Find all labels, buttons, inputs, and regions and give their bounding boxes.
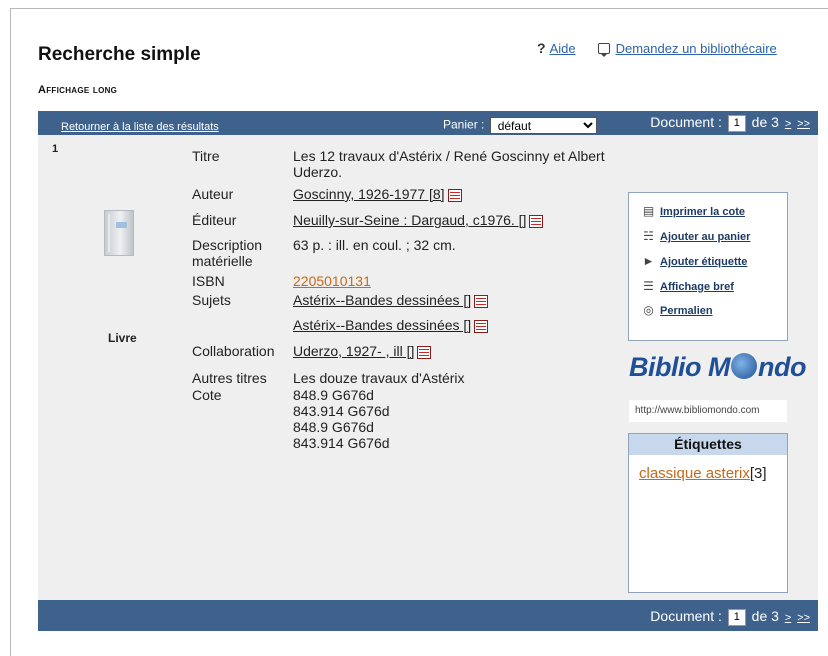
brief-display-link[interactable]: Affichage bref	[660, 281, 734, 293]
document-number-input[interactable]	[727, 608, 746, 626]
tag-link[interactable]: classique asterix	[639, 465, 750, 482]
label-isbn: ISBN	[192, 273, 225, 289]
document-total: de 3	[751, 114, 779, 130]
label-author: Auteur	[192, 186, 234, 202]
bottom-toolbar: Document : de 3 > >>	[38, 600, 818, 631]
print-call-number-link[interactable]: Imprimer la cote	[660, 206, 745, 218]
help-link[interactable]: Aide	[550, 41, 576, 56]
action-brief: ☰ Affichage bref	[641, 279, 734, 293]
subject-link[interactable]: Astérix--Bandes dessinées []	[293, 317, 471, 333]
document-label: Document :	[650, 608, 722, 624]
basket-select[interactable]: défaut	[489, 117, 597, 134]
ask-librarian-link[interactable]: Demandez un bibliothécaire	[616, 41, 777, 56]
tags-box: Étiquettes classique asterix[3]	[628, 433, 788, 593]
record-number: 1	[52, 143, 59, 155]
basket-icon: ☵	[643, 229, 654, 243]
top-links: ? Aide Demandez un bibliothécaire	[537, 40, 777, 57]
tag-icon: ►	[642, 254, 655, 268]
add-to-basket-link[interactable]: Ajouter au panier	[660, 231, 750, 243]
call-number: 843.914 G676d	[293, 403, 390, 419]
document-total: de 3	[751, 608, 779, 624]
label-call-number: Cote	[192, 387, 222, 403]
actions-box: ▤ Imprimer la cote ☵ Ajouter au panier ► Aj…	[628, 192, 788, 341]
document-number-input[interactable]	[727, 114, 746, 132]
value-isbn: 2205010131	[293, 273, 613, 289]
globe-icon	[731, 353, 758, 379]
subtitle-text: Affichage long	[38, 84, 118, 96]
value-subject: Astérix--Bandes dessinées []	[293, 317, 613, 333]
page-subtitle: Affichage long	[38, 84, 117, 96]
value-author: Goscinny, 1926-1977 [8]	[293, 186, 613, 202]
logo-text-m: M	[708, 352, 731, 382]
next-document-link[interactable]: >	[785, 612, 791, 624]
tags-heading: Étiquettes	[629, 434, 787, 455]
help-icon: ?	[537, 40, 546, 56]
chat-bubble-icon	[597, 43, 610, 57]
value-other-titles: Les douze travaux d'Astérix	[293, 370, 465, 386]
isbn-link[interactable]: 2205010131	[293, 273, 371, 289]
call-number: 848.9 G676d	[293, 419, 374, 435]
subject-link[interactable]: Astérix--Bandes dessinées []	[293, 292, 471, 308]
last-document-link[interactable]: >>	[797, 118, 810, 130]
logo-text-left: Biblio	[629, 352, 702, 382]
action-basket: ☵ Ajouter au panier	[641, 229, 750, 243]
value-collaboration: Uderzo, 1927- , ill []	[293, 343, 613, 359]
printer-icon: ▤	[642, 204, 655, 218]
next-document-link[interactable]: >	[785, 118, 791, 130]
bibliomondo-url: http://www.bibliomondo.com	[629, 400, 787, 422]
record-type: Livre	[108, 331, 137, 345]
page-title: Recherche simple	[38, 44, 201, 65]
document-navigation-top: Document : de 3 > >>	[650, 114, 810, 132]
value-subject: Astérix--Bandes dessinées []	[293, 292, 613, 308]
bibliomondo-logo: Biblio Mndo	[629, 352, 806, 383]
collaboration-link[interactable]: Uderzo, 1927- , ill []	[293, 343, 414, 359]
back-to-results-link[interactable]: Retourner à la liste des résultats	[61, 121, 219, 133]
record-list-icon[interactable]	[529, 215, 544, 228]
top-toolbar: Retourner à la liste des résultats Panie…	[38, 111, 818, 135]
document-label: Document :	[650, 114, 722, 130]
value-title: Les 12 travaux d'Astérix / René Goscinny…	[293, 148, 605, 180]
action-tag: ► Ajouter étiquette	[641, 254, 748, 268]
label-title: Titre	[192, 148, 220, 164]
action-print: ▤ Imprimer la cote	[641, 204, 745, 218]
document-navigation-bottom: Document : de 3 > >>	[650, 608, 810, 626]
basket-label: Panier :	[443, 117, 485, 132]
call-number: 843.914 G676d	[293, 435, 390, 451]
record-list-icon[interactable]	[417, 346, 432, 359]
book-cover-icon	[104, 210, 134, 256]
logo-text-right: ndo	[758, 352, 806, 382]
publisher-link[interactable]: Neuilly-sur-Seine : Dargaud, c1976. []	[293, 212, 526, 228]
action-permalink: ◎ Permalien	[641, 303, 713, 317]
add-tag-link[interactable]: Ajouter étiquette	[660, 256, 747, 268]
value-publisher: Neuilly-sur-Seine : Dargaud, c1976. []	[293, 212, 613, 228]
label-other-titles: Autres titres	[192, 370, 267, 386]
record-list-icon[interactable]	[474, 295, 489, 308]
tag-count: [3]	[749, 465, 767, 482]
permalink-link[interactable]: Permalien	[660, 305, 713, 317]
label-description: Description matérielle	[192, 237, 263, 269]
permalink-icon: ◎	[643, 303, 654, 317]
record-list-icon[interactable]	[447, 189, 462, 202]
label-collaboration: Collaboration	[192, 343, 275, 359]
list-icon: ☰	[643, 279, 654, 293]
basket-selector: Panier : défaut	[443, 117, 597, 134]
value-description: 63 p. : ill. en coul. ; 32 cm.	[293, 237, 456, 253]
record-list-icon[interactable]	[474, 320, 489, 333]
label-subjects: Sujets	[192, 292, 231, 308]
author-link[interactable]: Goscinny, 1926-1977 [8]	[293, 186, 445, 202]
call-number: 848.9 G676d	[293, 387, 374, 403]
last-document-link[interactable]: >>	[797, 612, 810, 624]
value-call-numbers: 848.9 G676d 843.914 G676d 848.9 G676d 84…	[293, 387, 613, 451]
label-publisher: Éditeur	[192, 212, 237, 228]
tag-item: classique asterix[3]	[639, 465, 767, 482]
